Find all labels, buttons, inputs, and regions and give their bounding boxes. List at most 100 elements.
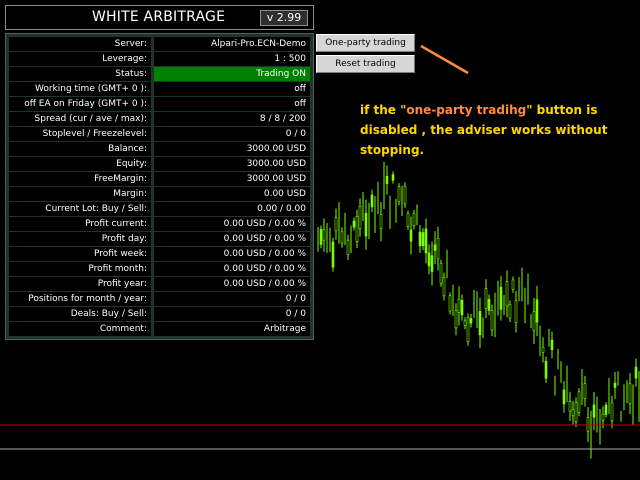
info-row: Spread (cur / ave / max): 8 / 8 / 200 (9, 112, 310, 126)
candle-body (358, 206, 362, 230)
candle-body (532, 311, 536, 331)
info-row: Profit day: 0.00 USD / 0.00 % (9, 232, 310, 246)
reset-trading-button[interactable]: Reset trading (316, 55, 415, 73)
candle-body (574, 402, 578, 423)
info-row-value: 0.00 USD / 0.00 % (154, 232, 310, 246)
info-row-label: Profit year: (9, 277, 151, 291)
candle-body (490, 310, 494, 331)
info-row-label: Working time (GMT+ 0 ): (9, 82, 151, 96)
candle-body (346, 239, 350, 255)
candle-body (508, 304, 512, 319)
info-row-label: Profit month: (9, 262, 151, 276)
info-row-label: Status: (9, 67, 151, 81)
candle-body (550, 339, 554, 350)
info-row-value: 0.00 / 0.00 (154, 202, 310, 216)
candle-body (586, 417, 590, 432)
candle-body (568, 401, 572, 412)
info-row: FreeMargin: 3000.00 USD (9, 172, 310, 186)
candle-body (487, 299, 491, 311)
info-row: Stoplevel / Freezelevel: 0 / 0 (9, 127, 310, 141)
version-badge: v 2.99 (260, 10, 308, 26)
info-row: Deals: Buy / Sell: 0 / 0 (9, 307, 310, 321)
candle-body (319, 228, 323, 245)
info-row-label: Positions for month / year: (9, 292, 151, 306)
info-row: Profit current: 0.00 USD / 0.00 % (9, 217, 310, 231)
info-row-label: FreeMargin: (9, 172, 151, 186)
candle-body (421, 232, 425, 247)
candle-body (466, 317, 470, 342)
info-row-value: 8 / 8 / 200 (154, 112, 310, 126)
info-row-label: Margin: (9, 187, 151, 201)
info-panel: Server: Alpari-Pro.ECN-Demo Leverage: 1 : 5… (5, 33, 314, 340)
info-row-value: off (154, 82, 310, 96)
annotation-note: if the "one-party tradihg" button is dis… (360, 100, 635, 160)
title-bar: WHITE ARBITRAGE v 2.99 (5, 5, 314, 30)
candle-body (352, 220, 356, 228)
info-row-label: Comment: (9, 322, 151, 336)
candle-body (430, 255, 434, 272)
info-row: Margin: 0.00 USD (9, 187, 310, 201)
candle-body (331, 241, 335, 268)
candle-body (364, 212, 368, 237)
candle-body (406, 213, 410, 227)
candle-body (436, 238, 440, 260)
candle-body (433, 244, 437, 251)
info-row: Working time (GMT+ 0 ): off (9, 82, 310, 96)
info-row-value: 0.00 USD / 0.00 % (154, 217, 310, 231)
one-party-trading-button[interactable]: One-party trading (316, 34, 415, 52)
candle-body (412, 213, 416, 226)
candle-body (478, 311, 482, 336)
candle-body (571, 409, 575, 417)
candle-body (355, 216, 359, 242)
info-row: Server: Alpari-Pro.ECN-Demo (9, 37, 310, 51)
info-row-label: Leverage: (9, 52, 151, 66)
candle-body (592, 404, 596, 418)
info-row-value: off (154, 97, 310, 111)
info-row-label: Current Lot: Buy / Sell: (9, 202, 151, 216)
candle-body (391, 174, 395, 181)
candle-body (385, 175, 389, 184)
candle-body (541, 346, 545, 353)
info-row: Comment: Arbitrage (9, 322, 310, 336)
candle-body (577, 391, 581, 413)
info-row-label: Server: (9, 37, 151, 51)
info-row-label: Balance: (9, 142, 151, 156)
info-row: Profit month: 0.00 USD / 0.00 % (9, 262, 310, 276)
candle-body (601, 413, 605, 421)
candle-body (463, 320, 467, 326)
candle-body (469, 318, 473, 324)
candle-body (340, 231, 344, 244)
info-row: Balance: 3000.00 USD (9, 142, 310, 156)
info-row: off EA on Friday (GMT+ 0 ): off (9, 97, 310, 111)
candle-body (562, 389, 566, 405)
info-row-value: Arbitrage (154, 322, 310, 336)
info-row-value: Alpari-Pro.ECN-Demo (154, 37, 310, 51)
candle-body (379, 214, 383, 229)
candle-body (499, 286, 503, 310)
info-row-value: 0.00 USD / 0.00 % (154, 262, 310, 276)
candle-body (544, 360, 548, 379)
annotation-text-before: if the " (360, 103, 407, 117)
info-row-value: 0.00 USD / 0.00 % (154, 247, 310, 261)
annotation-highlight: one-party tradihg (406, 103, 527, 117)
info-row: Current Lot: Buy / Sell: 0.00 / 0.00 (9, 202, 310, 216)
info-row-value: 0.00 USD (154, 187, 310, 201)
info-row-label: Equity: (9, 157, 151, 171)
info-row-value: Trading ON (154, 67, 310, 81)
candle-body (418, 231, 422, 247)
candle-body (397, 186, 401, 202)
candle-body (442, 277, 446, 297)
candle-body (613, 382, 617, 388)
candle-body (610, 402, 614, 422)
app-title: WHITE ARBITRAGE (92, 9, 226, 25)
candle-body (535, 299, 539, 323)
candle-body (334, 217, 338, 232)
info-row: Equity: 3000.00 USD (9, 157, 310, 171)
candle-body (322, 229, 326, 241)
candle-body (457, 298, 461, 313)
info-row-value: 3000.00 USD (154, 142, 310, 156)
info-row-value: 3000.00 USD (154, 157, 310, 171)
candle-body (484, 288, 488, 309)
candle-body (439, 263, 443, 284)
info-row-value: 0 / 0 (154, 292, 310, 306)
